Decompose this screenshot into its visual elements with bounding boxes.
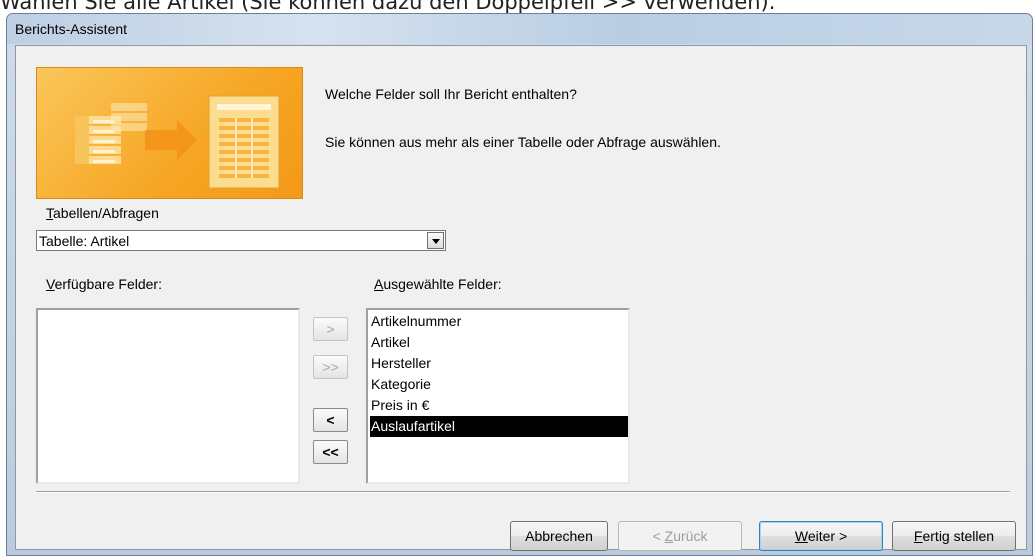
instruction-caption: Wählen Sie alle Artikel (Sie können dazu… — [0, 0, 776, 14]
available-label-accelerator: V — [46, 276, 55, 292]
remove-all-fields-button[interactable]: << — [313, 440, 348, 464]
selected-label-text: usgewählte Felder: — [383, 276, 502, 292]
back-prefix: < — [652, 528, 665, 544]
window-title: Berichts-Assistent — [15, 21, 128, 37]
selected-fields-list[interactable]: Artikelnummer Artikel Hersteller Kategor… — [366, 308, 630, 484]
next-accelerator: W — [794, 528, 808, 544]
selected-fields-label: Ausgewählte Felder: — [374, 276, 502, 292]
tables-label-text: abellen/Abfragen — [53, 205, 159, 221]
add-all-fields-button[interactable]: >> — [313, 355, 348, 379]
available-fields-label: Verfügbare Felder: — [46, 276, 162, 292]
back-text: urück — [673, 528, 708, 544]
button-separator — [36, 491, 1010, 493]
tables-label-accelerator: T — [46, 205, 53, 221]
cancel-button[interactable]: Abbrechen — [510, 521, 608, 551]
finish-text: ertig stellen — [922, 528, 995, 544]
next-button[interactable]: Weiter > — [759, 521, 883, 551]
wizard-content: Welche Felder soll Ihr Bericht enthalten… — [15, 45, 1027, 551]
list-item-selected[interactable]: Auslaufartikel — [370, 416, 628, 437]
report-wizard-window: Berichts-Assistent Welche Felder soll Ih… — [6, 13, 1033, 556]
wizard-question: Welche Felder soll Ihr Bericht enthalten… — [325, 86, 577, 102]
remove-field-button[interactable]: < — [313, 408, 348, 432]
selected-label-accelerator: A — [374, 276, 384, 292]
tables-queries-label: Tabellen/Abfragen — [46, 205, 159, 221]
finish-button[interactable]: Fertig stellen — [892, 521, 1016, 551]
list-item[interactable]: Artikel — [370, 332, 628, 353]
back-accelerator: Z — [664, 528, 674, 544]
available-label-text: erfügbare Felder: — [54, 276, 162, 292]
list-item[interactable]: Kategorie — [370, 374, 628, 395]
list-item[interactable]: Preis in € — [370, 395, 628, 416]
title-bar[interactable]: Berichts-Assistent — [7, 14, 1032, 44]
back-button[interactable]: < Zurück — [618, 521, 742, 551]
tables-dropdown-value: Tabelle: Artikel — [39, 233, 130, 249]
available-fields-list[interactable] — [36, 308, 300, 484]
tables-queries-dropdown[interactable]: Tabelle: Artikel — [36, 230, 446, 251]
chevron-down-icon[interactable] — [427, 232, 444, 249]
table-to-report-icon — [75, 95, 280, 189]
list-item[interactable]: Artikelnummer — [370, 311, 628, 332]
next-text: eiter > — [807, 528, 848, 544]
wizard-banner-image — [36, 67, 303, 199]
wizard-hint: Sie können aus mehr als einer Tabelle od… — [325, 134, 721, 150]
list-item[interactable]: Hersteller — [370, 353, 628, 374]
add-field-button[interactable]: > — [313, 317, 348, 341]
